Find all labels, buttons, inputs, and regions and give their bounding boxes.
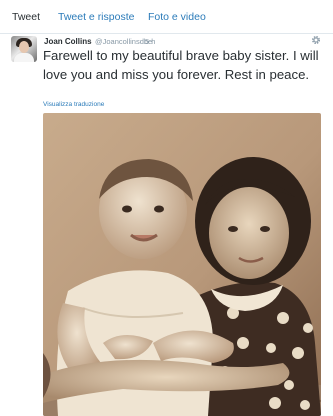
tweet-time[interactable]: 5 h xyxy=(145,37,155,46)
translate-link[interactable]: Visualizza traduzione xyxy=(43,101,104,108)
separator-dot: · xyxy=(139,37,142,46)
profile-tabs: Tweet Tweet e risposte Foto e video xyxy=(0,0,333,34)
tab-tweet-e-risposte[interactable]: Tweet e risposte xyxy=(58,11,134,23)
avatar[interactable] xyxy=(11,36,37,62)
gear-icon[interactable] xyxy=(311,35,321,45)
author-name[interactable]: Joan Collins xyxy=(44,37,92,46)
tab-tweet[interactable]: Tweet xyxy=(12,11,40,23)
tab-foto-e-video[interactable]: Foto e video xyxy=(148,11,206,23)
author-handle[interactable]: @Joancollinsdbe xyxy=(95,37,152,46)
tweet: Joan Collins @Joancollinsdbe · 5 h Farew… xyxy=(0,34,333,416)
tweet-photo[interactable] xyxy=(43,113,321,416)
tweet-text: Farewell to my beautiful brave baby sist… xyxy=(43,48,319,82)
